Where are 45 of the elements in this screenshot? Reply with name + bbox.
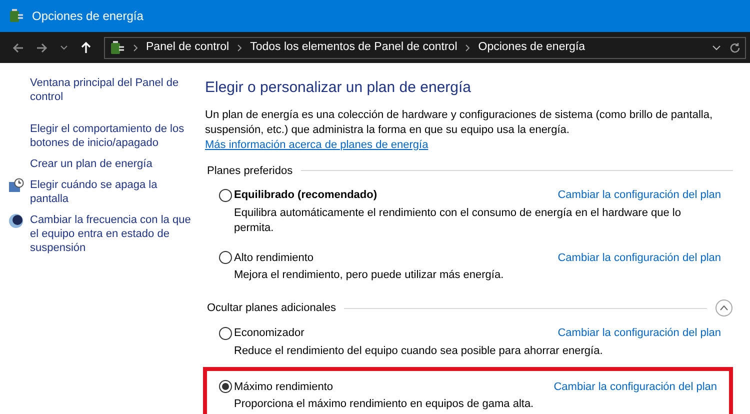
moon-icon [8, 213, 24, 229]
sidebar-link[interactable]: Elegir cuándo se apaga la pantalla [30, 178, 197, 206]
radio-button[interactable] [219, 326, 232, 340]
breadcrumb[interactable]: Opciones de energía [478, 38, 586, 56]
change-plan-settings-link[interactable]: Cambiar la configuración del plan [558, 250, 721, 266]
sidebar-link[interactable]: Crear un plan de energía [30, 157, 152, 171]
breadcrumb[interactable]: Todos los elementos de Panel de control [250, 38, 458, 56]
group-title[interactable]: Ocultar planes adicionales [205, 300, 336, 316]
battery-plug-icon [109, 40, 125, 56]
plan-name[interactable]: Máximo rendimiento [234, 378, 554, 395]
sidebar-link[interactable]: Ventana principal del Panel de control [30, 76, 197, 104]
change-plan-settings-link[interactable]: Cambiar la configuración del plan [558, 187, 721, 204]
sidebar-link[interactable]: Elegir el comportamiento de los botones de inicio/apagado [30, 122, 197, 150]
collapse-button[interactable] [715, 299, 733, 317]
up-arrow-icon[interactable] [80, 41, 92, 54]
description-paragraph: Un plan de energía es una colección de hardware y configuraciones de sistema (como brillo de pantalla, suspensión, etc.) que administra la forma en que su equipo usa la energía. Más información acerca de planes de energía [205, 108, 714, 152]
back-arrow-icon[interactable] [12, 42, 24, 54]
change-plan-settings-link[interactable]: Cambiar la configuración del plan [558, 325, 721, 342]
plan-description: Reduce el rendimiento del equipo cuando sea posible para ahorrar energía. [233, 344, 604, 358]
breadcrumb[interactable]: Panel de control [146, 38, 230, 56]
battery-plug-icon [8, 8, 24, 24]
chevron-down-icon[interactable] [712, 44, 721, 50]
chevron-down-icon[interactable] [60, 44, 68, 50]
group-title: Planes preferidos [206, 164, 293, 178]
plan-description: Mejora el rendimiento, pero puede utilizar más energía. [233, 268, 505, 283]
plan-description: Equilibra automáticamente el rendimiento con el consumo de energía en el hardware que lo permita. [233, 206, 682, 236]
page-heading: Elegir o personalizar un plan de energía [205, 78, 472, 98]
chevron-right-icon [133, 44, 138, 52]
more-info-link[interactable]: Más información acerca de planes de energía [205, 138, 428, 150]
monitor-clock-icon [8, 178, 24, 194]
chevron-right-icon [237, 44, 242, 52]
plan-name[interactable]: Equilibrado (recomendado) [234, 187, 558, 204]
refresh-icon[interactable] [729, 42, 741, 54]
plan-description: Proporciona el máximo rendimiento en equipos de gama alta. [233, 397, 535, 412]
change-plan-settings-link[interactable]: Cambiar la configuración del plan [554, 378, 717, 395]
plan-name[interactable]: Economizador [234, 325, 558, 342]
radio-button[interactable] [219, 188, 232, 202]
radio-button[interactable] [219, 251, 232, 264]
chevron-right-icon [465, 44, 470, 52]
plan-name[interactable]: Alto rendimiento [234, 250, 558, 266]
sidebar-link[interactable]: Cambiar la frecuencia con la que el equipo entra en estado de suspensión [30, 213, 197, 255]
forward-arrow-icon[interactable] [36, 42, 48, 54]
radio-button[interactable] [219, 380, 232, 394]
address-bar[interactable]: Panel de control Todos los elementos de Panel de control Opciones de energía [104, 36, 746, 58]
window-title: Opciones de energía [32, 8, 144, 25]
